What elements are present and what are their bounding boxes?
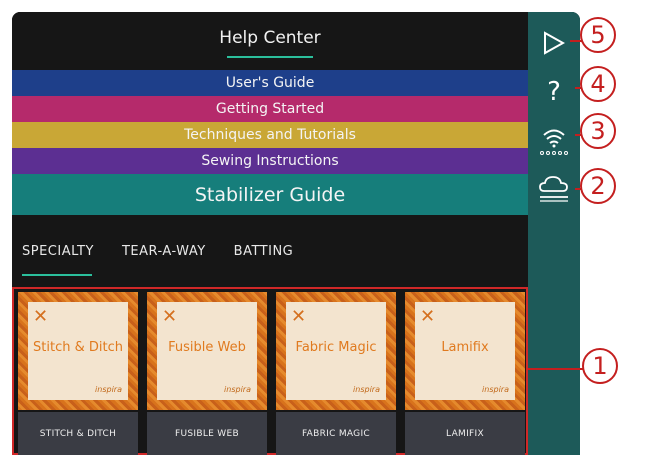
- brand-logo: inspira: [482, 385, 509, 394]
- brand-logo: inspira: [95, 385, 122, 394]
- card-artwork: ✕ Lamifix inspira: [405, 292, 525, 410]
- callout-leader: [528, 368, 584, 370]
- category-label: User's Guide: [225, 75, 315, 91]
- card-art-name: Lamifix: [441, 340, 489, 355]
- card-art-name: Stitch & Ditch: [33, 340, 123, 355]
- help-icon[interactable]: ?: [528, 74, 580, 110]
- card-art-name: Fusible Web: [168, 340, 246, 355]
- help-center-panel: Help Center User's Guide Getting Started…: [12, 12, 528, 455]
- tab-specialty[interactable]: SPECIALTY: [22, 244, 94, 276]
- stabilizer-tabs: SPECIALTY TEAR-A-WAY BATTING: [22, 244, 293, 284]
- callout-1: 1: [582, 348, 618, 384]
- category-label: Stabilizer Guide: [194, 183, 346, 206]
- card-label: LAMIFIX: [405, 412, 525, 455]
- card-stitch-and-ditch[interactable]: ✕ Stitch & Ditch inspira STITCH & DITCH: [18, 292, 138, 455]
- x-mark-icon: ✕: [420, 306, 436, 327]
- brand-logo: inspira: [224, 385, 251, 394]
- tab-batting[interactable]: BATTING: [234, 244, 294, 270]
- tab-tear-a-way[interactable]: TEAR-A-WAY: [122, 244, 206, 270]
- category-label: Techniques and Tutorials: [184, 127, 356, 143]
- play-icon[interactable]: [528, 26, 580, 60]
- category-techniques-tutorials[interactable]: Techniques and Tutorials: [12, 122, 528, 148]
- card-label: FUSIBLE WEB: [147, 412, 267, 455]
- x-mark-icon: ✕: [33, 306, 49, 327]
- x-mark-icon: ✕: [291, 306, 307, 327]
- category-label: Getting Started: [215, 101, 325, 117]
- card-artwork: ✕ Fusible Web inspira: [147, 292, 267, 410]
- callout-2: 2: [580, 168, 616, 204]
- card-art-name: Fabric Magic: [295, 340, 377, 355]
- callout-3: 3: [580, 113, 616, 149]
- card-label: STITCH & DITCH: [18, 412, 138, 455]
- right-sidebar: ?: [528, 12, 580, 455]
- card-lamifix[interactable]: ✕ Lamifix inspira LAMIFIX: [405, 292, 525, 455]
- title-bar: Help Center: [12, 12, 528, 70]
- card-label: FABRIC MAGIC: [276, 412, 396, 455]
- card-fabric-magic[interactable]: ✕ Fabric Magic inspira FABRIC MAGIC: [276, 292, 396, 455]
- brand-logo: inspira: [353, 385, 380, 394]
- wifi-icon[interactable]: [528, 120, 580, 160]
- card-artwork: ✕ Stitch & Ditch inspira: [18, 292, 138, 410]
- category-users-guide[interactable]: User's Guide: [12, 70, 528, 96]
- category-label: Sewing Instructions: [201, 153, 339, 169]
- category-stabilizer-guide[interactable]: Stabilizer Guide: [12, 174, 528, 215]
- help-center-screen: Help Center User's Guide Getting Started…: [12, 12, 580, 455]
- x-mark-icon: ✕: [162, 306, 178, 327]
- category-sewing-instructions[interactable]: Sewing Instructions: [12, 148, 528, 174]
- page-title: Help Center: [219, 28, 321, 58]
- cloud-icon[interactable]: [528, 168, 580, 208]
- card-artwork: ✕ Fabric Magic inspira: [276, 292, 396, 410]
- callout-4: 4: [580, 66, 616, 102]
- stabilizer-card-list: ✕ Stitch & Ditch inspira STITCH & DITCH …: [12, 287, 528, 455]
- card-fusible-web[interactable]: ✕ Fusible Web inspira FUSIBLE WEB: [147, 292, 267, 455]
- callout-5: 5: [580, 17, 616, 53]
- category-getting-started[interactable]: Getting Started: [12, 96, 528, 122]
